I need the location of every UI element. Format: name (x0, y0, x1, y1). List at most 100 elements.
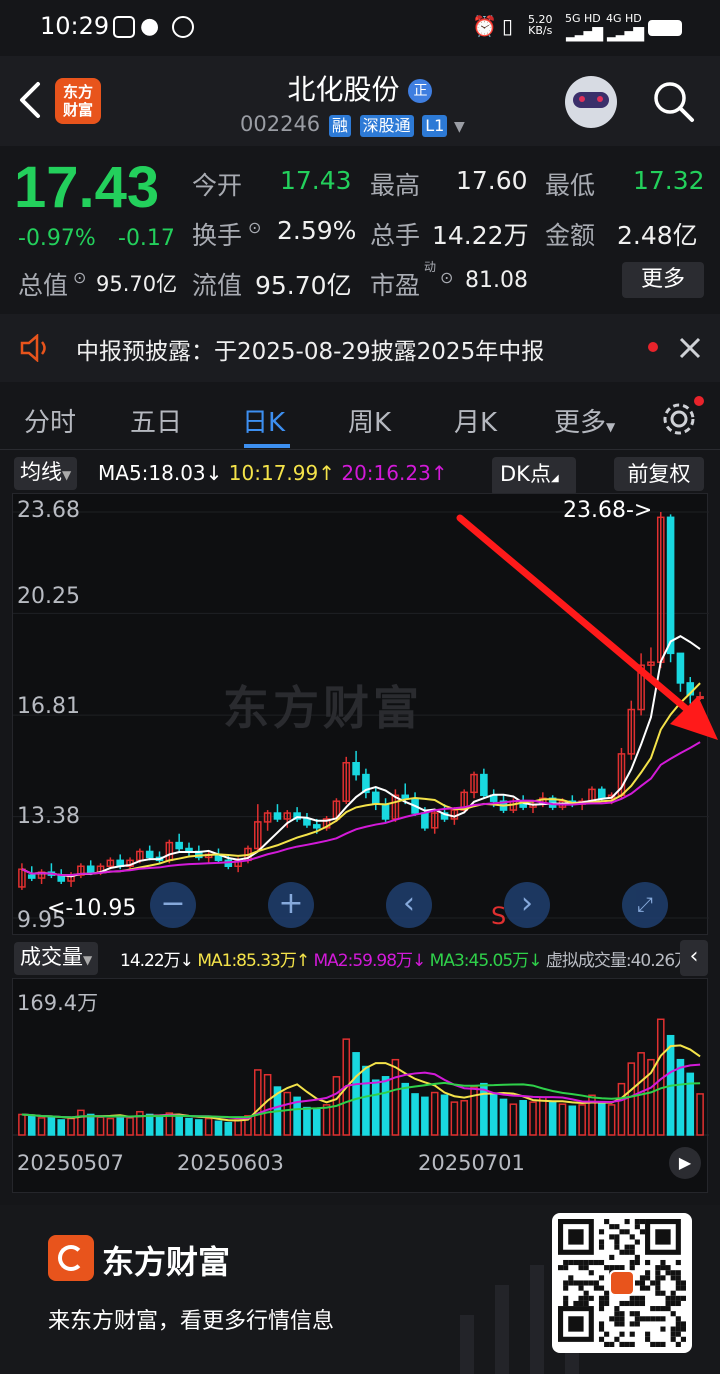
robot-avatar-icon[interactable] (565, 76, 617, 128)
dk-button[interactable]: DK点◢ (492, 457, 576, 496)
qr-module (614, 1311, 620, 1317)
qr-module (619, 1316, 625, 1322)
volume-bar (283, 1091, 292, 1136)
notice-text: 中报预披露：于2025-08-29披露2025年中报 (76, 339, 545, 365)
qr-module (645, 1331, 651, 1337)
qr-module (634, 1219, 640, 1225)
qr-module (660, 1326, 666, 1332)
qr-module (645, 1270, 651, 1276)
scroll-left-button[interactable]: ‹ (386, 882, 432, 928)
qr-module (634, 1224, 640, 1230)
tab-intraday[interactable]: 分时 (24, 402, 76, 439)
adjust-button[interactable]: 前复权 (614, 457, 704, 491)
tab-monthly-k[interactable]: 月K (454, 402, 497, 439)
tab-more[interactable]: 更多▼ (554, 402, 615, 439)
qr-module (639, 1219, 646, 1225)
last-price: 17.43 (14, 155, 160, 220)
volume-bar (627, 1062, 636, 1136)
candle-body (185, 847, 193, 853)
qr-module (583, 1265, 589, 1271)
qr-module (598, 1239, 605, 1245)
qr-module (609, 1254, 615, 1260)
volume-bar (519, 1100, 527, 1136)
y-label-max: 23.68 (17, 498, 80, 523)
qr-module (680, 1326, 686, 1332)
qr-module (655, 1290, 661, 1296)
qr-module (675, 1275, 681, 1281)
info-icon[interactable]: ⊙ (73, 268, 86, 287)
volume-bar (155, 1116, 164, 1136)
ma-values: MA5:18.03↓ 10:17.99↑ 20:16.23↑ (98, 461, 448, 485)
min-price-label: <-10.95 (47, 896, 137, 921)
qr-module (614, 1234, 620, 1240)
play-icon[interactable]: ▶ (669, 1147, 701, 1179)
qr-module (604, 1265, 610, 1271)
qr-module (660, 1316, 666, 1322)
stock-header: 东方 财富 北化股份 正 002246 融 深股通 L1 ▼ (0, 56, 720, 146)
qr-module (604, 1295, 610, 1301)
volume-bar (509, 1103, 518, 1136)
candle-body (86, 865, 95, 873)
amount-label: 金额 (545, 221, 596, 250)
footer-banner[interactable]: 东方财富 来东方财富，看更多行情信息 (0, 1205, 720, 1374)
app-notify-icon (113, 16, 135, 38)
volume-bar (401, 1082, 410, 1136)
stock-code-row[interactable]: 002246 融 深股通 L1 ▼ (240, 112, 465, 137)
search-icon[interactable] (652, 80, 696, 124)
qr-module (670, 1336, 676, 1342)
watermark: 东方财富 (223, 681, 423, 735)
qr-module (639, 1300, 646, 1307)
qr-module (680, 1295, 686, 1301)
qr-module (619, 1321, 625, 1327)
qr-module (604, 1341, 610, 1347)
volume-select[interactable]: 成交量▼ (14, 942, 99, 975)
ma-select[interactable]: 均线▼ (14, 457, 78, 490)
qr-module (645, 1285, 651, 1291)
zoom-out-button[interactable]: − (150, 882, 196, 928)
notice-bar[interactable]: 中报预披露：于2025-08-29披露2025年中报 (0, 314, 720, 382)
qr-module (650, 1316, 656, 1322)
volume-chart[interactable]: 169.4万 20250507 20250603 20250701 ▶ (12, 978, 709, 1193)
qr-module (665, 1265, 671, 1271)
qr-module (629, 1311, 635, 1317)
qr-module (614, 1224, 620, 1230)
volume-bar (106, 1117, 115, 1136)
turnover-value: 2.59% (277, 216, 357, 245)
qr-module (670, 1311, 676, 1317)
fullscreen-button[interactable]: ⤢ (622, 882, 668, 928)
qr-module (568, 1259, 574, 1266)
more-button[interactable]: 更多 (622, 262, 704, 298)
tab-more-label: 更多 (554, 408, 607, 438)
volume-bar (37, 1117, 46, 1136)
qr-module (675, 1259, 681, 1266)
settings-gear-icon[interactable] (660, 400, 698, 438)
close-icon[interactable] (678, 336, 702, 360)
qr-module (660, 1259, 666, 1266)
footer-slogan: 来东方财富，看更多行情信息 (48, 1309, 335, 1334)
zoom-in-button[interactable]: + (268, 882, 314, 928)
tab-five-day[interactable]: 五日 (130, 402, 182, 439)
info-icon[interactable]: ⊙ (440, 268, 453, 287)
volume-bar (607, 1104, 616, 1136)
vol-ma1: MA1:85.33万 (197, 951, 297, 971)
qr-module (634, 1321, 640, 1327)
qr-module (645, 1316, 651, 1322)
tab-weekly-k[interactable]: 周K (348, 402, 391, 439)
qr-module (619, 1341, 625, 1347)
candle-body (421, 812, 429, 829)
qr-module (680, 1321, 686, 1327)
qr-module (670, 1295, 676, 1301)
chat-icon: ● (140, 14, 160, 39)
scroll-right-button[interactable]: › (504, 882, 550, 928)
qr-module (624, 1244, 630, 1250)
info-icon[interactable]: ⊙ (248, 218, 261, 237)
settings-dot (694, 396, 704, 406)
qr-module (614, 1306, 620, 1312)
candle-body (303, 818, 311, 826)
qr-module (588, 1270, 594, 1276)
y-label-3: 16.81 (17, 694, 80, 719)
tab-daily-k[interactable]: 日K (242, 402, 285, 439)
qr-module (558, 1265, 564, 1271)
virtual-volume: 虚拟成交量:40.26万 (545, 951, 691, 971)
collapse-left-icon[interactable]: ‹ (680, 940, 708, 976)
